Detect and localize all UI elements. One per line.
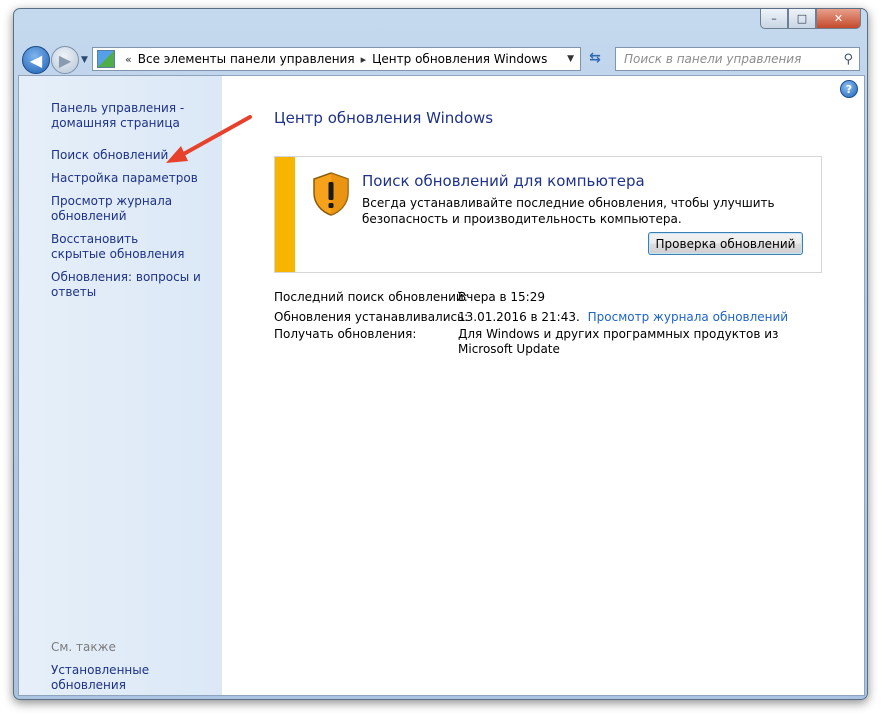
info-value: 13.01.2016 в 21:43. Просмотр журнала обн…: [458, 310, 808, 325]
refresh-icon[interactable]: ⇆: [584, 47, 606, 69]
sidebar-home-link[interactable]: Панель управления - домашняя страница: [51, 101, 211, 131]
search-placeholder: Поиск в панели управления: [624, 52, 802, 66]
forward-button[interactable]: ▶: [51, 46, 79, 74]
info-row-last-installed: Обновления устанавливались: 13.01.2016 в…: [274, 310, 788, 325]
info-label: Получать обновления:: [274, 327, 417, 341]
info-value: Для Windows и других программных продукт…: [458, 327, 779, 356]
sidebar-item-restore-hidden[interactable]: Восстановить скрытые обновления: [51, 232, 191, 262]
status-accent-bar: [275, 157, 295, 272]
search-icon[interactable]: ⚲: [843, 52, 853, 67]
help-icon[interactable]: ?: [840, 80, 858, 98]
breadcrumb-windows-update[interactable]: Центр обновления Windows: [372, 52, 547, 66]
sidebar-item-change-settings[interactable]: Настройка параметров: [51, 171, 211, 186]
recent-pages-dropdown-icon[interactable]: ▼: [81, 55, 88, 65]
panel-description: Всегда устанавливайте последние обновлен…: [362, 196, 775, 226]
warning-shield-icon: [313, 172, 349, 216]
page-title: Центр обновления Windows: [274, 109, 494, 127]
address-dropdown-icon[interactable]: ▼: [567, 54, 574, 64]
panel-title: Поиск обновлений для компьютера: [362, 172, 645, 190]
info-date: 13.01.2016 в 21:43.: [458, 310, 580, 324]
address-bar[interactable]: « Все элементы панели управления ▸ Центр…: [92, 47, 581, 71]
sidebar-item-faq[interactable]: Обновления: вопросы и ответы: [51, 270, 201, 300]
info-row-last-search: Последний поиск обновлений: Вчера в 15:2…: [274, 290, 545, 305]
window: – □ ✕ ◀ ▶ ▼ « Все элементы панели управл…: [13, 8, 868, 700]
info-label: Последний поиск обновлений:: [274, 290, 468, 304]
sidebar-item-check-updates[interactable]: Поиск обновлений: [51, 148, 211, 163]
breadcrumb-arrow-icon[interactable]: ▸: [361, 53, 367, 66]
info-label: Обновления устанавливались:: [274, 310, 469, 324]
view-history-link[interactable]: Просмотр журнала обновлений: [588, 310, 788, 324]
check-updates-button[interactable]: Проверка обновлений: [648, 232, 803, 255]
close-button[interactable]: ✕: [816, 9, 861, 29]
sidebar: Панель управления - домашняя страница По…: [19, 76, 222, 695]
back-button[interactable]: ◀: [22, 46, 50, 74]
sidebar-item-view-history[interactable]: Просмотр журнала обновлений: [51, 194, 176, 224]
breadcrumb-all-items[interactable]: Все элементы панели управления: [138, 52, 355, 66]
control-panel-icon: [97, 50, 115, 68]
info-row-receive-updates: Получать обновления: Для Windows и други…: [274, 327, 778, 356]
sidebar-item-installed-updates[interactable]: Установленные обновления: [51, 663, 211, 693]
content-area: Панель управления - домашняя страница По…: [18, 75, 865, 696]
navigation-bar: ◀ ▶ ▼ « Все элементы панели управления ▸…: [22, 46, 860, 74]
search-input[interactable]: Поиск в панели управления ⚲: [615, 47, 860, 71]
caption-buttons: – □ ✕: [760, 9, 861, 29]
breadcrumb-overflow-icon[interactable]: «: [125, 53, 132, 66]
maximize-button[interactable]: □: [788, 9, 816, 29]
see-also-header: См. также: [51, 640, 116, 654]
minimize-button[interactable]: –: [760, 9, 788, 29]
info-value: Вчера в 15:29: [458, 290, 545, 304]
update-status-panel: Поиск обновлений для компьютера Всегда у…: [274, 156, 822, 273]
